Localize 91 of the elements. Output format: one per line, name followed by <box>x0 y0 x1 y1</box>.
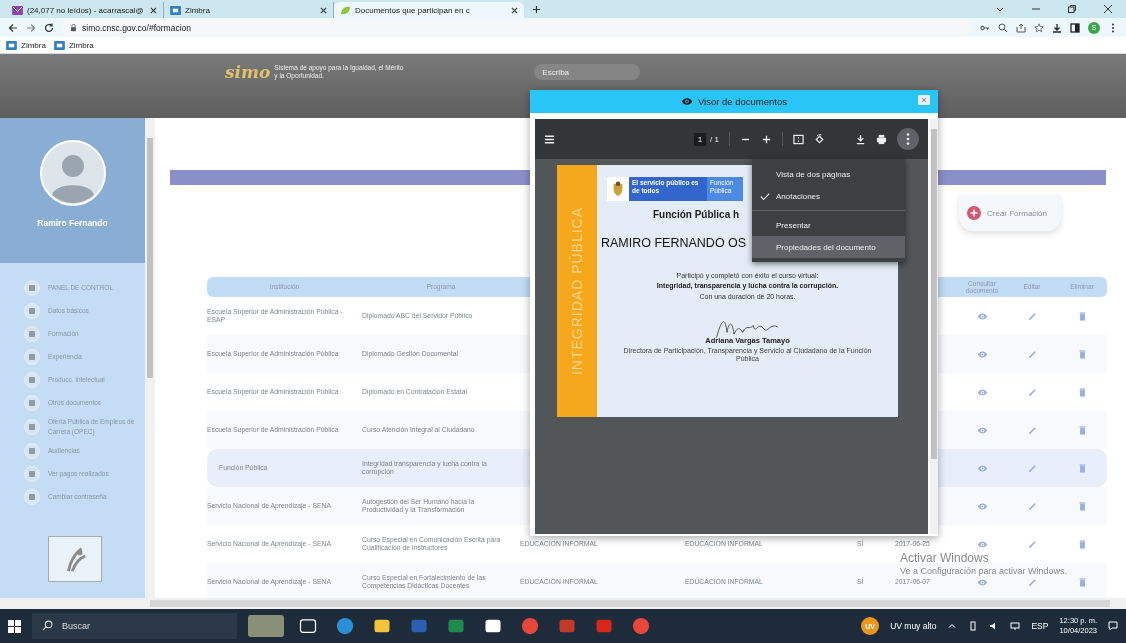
activation-watermark-text: Ve a Configuración para activar Windows. <box>900 566 1068 577</box>
rotate-icon[interactable] <box>814 133 825 145</box>
address-field[interactable]: simo.cnsc.gov.co/#formacion <box>62 20 972 35</box>
pencil-icon[interactable] <box>1026 501 1038 511</box>
eye-icon[interactable] <box>976 387 988 397</box>
eye-icon[interactable] <box>976 311 988 321</box>
square-circle-icon <box>24 348 40 365</box>
eye-icon[interactable] <box>976 501 988 511</box>
user-name: Ramiro Fernando <box>37 218 108 228</box>
eye-icon[interactable] <box>976 539 988 549</box>
star-icon[interactable] <box>1034 22 1044 33</box>
side-band: INTEGRIDAD PÚBLICA <box>557 165 597 417</box>
coat-of-arms-icon <box>611 181 625 197</box>
square-icon <box>170 5 181 15</box>
reload-icon[interactable] <box>44 22 54 33</box>
windows-logo-icon[interactable] <box>8 619 21 633</box>
print-icon[interactable] <box>876 133 887 145</box>
pencil-icon[interactable] <box>1026 539 1038 549</box>
fit-page-icon[interactable] <box>793 133 804 145</box>
square-circle-icon <box>24 325 40 342</box>
search-field[interactable]: Buscar <box>32 613 237 639</box>
back-icon[interactable] <box>8 22 18 33</box>
menu-item[interactable]: Vista de dos páginas <box>752 163 905 185</box>
new-tab-icon[interactable] <box>532 5 541 14</box>
bookmark[interactable]: Zimbra <box>6 40 46 50</box>
page-number-field[interactable]: 1 <box>694 132 707 146</box>
eye-icon[interactable] <box>976 349 988 359</box>
square-circle-icon <box>24 489 40 505</box>
share-icon[interactable] <box>1016 22 1026 33</box>
menu-item[interactable]: Propiedades del documento <box>752 236 905 258</box>
forward-icon[interactable] <box>26 22 36 33</box>
plus-icon[interactable] <box>761 133 772 145</box>
lock-icon <box>70 23 77 32</box>
scrollbar[interactable] <box>145 118 155 598</box>
bookmark[interactable]: Zimbra <box>53 40 94 50</box>
create-button[interactable]: Crear Formación <box>959 195 1061 231</box>
envelope-icon <box>12 5 23 15</box>
close-icon[interactable] <box>150 6 157 14</box>
square-circle-icon <box>24 443 40 459</box>
check-icon <box>760 191 770 201</box>
network-icon[interactable] <box>1010 621 1021 631</box>
pencil-icon[interactable] <box>1026 577 1038 587</box>
task-view-icon[interactable] <box>298 616 318 636</box>
close-icon[interactable] <box>1103 4 1113 14</box>
search-field[interactable]: Escriba <box>534 64 641 80</box>
restore-icon[interactable] <box>1067 4 1077 14</box>
square-icon <box>53 40 65 50</box>
leaf-icon <box>340 5 351 15</box>
download-icon[interactable] <box>1052 22 1062 33</box>
circle-icon[interactable] <box>520 616 540 636</box>
zoom-icon[interactable] <box>998 22 1008 33</box>
square-circle-icon <box>24 302 40 319</box>
square-circle-icon <box>24 466 40 482</box>
activation-watermark-title: Activar Windows <box>900 551 989 565</box>
close-icon[interactable] <box>320 6 327 14</box>
pencil-icon[interactable] <box>1026 425 1038 435</box>
avatar-silhouette <box>39 140 106 206</box>
recipient-name: RAMIRO FERNANDO OS <box>601 236 747 250</box>
eye-icon[interactable] <box>976 425 988 435</box>
browser-tab[interactable]: Documentos que participan en c <box>334 2 524 18</box>
square-circle-icon <box>24 418 40 435</box>
sidebar-icon[interactable] <box>1070 22 1080 33</box>
menu-icon[interactable] <box>544 133 555 145</box>
pencil-icon[interactable] <box>1026 311 1038 321</box>
weather-text[interactable]: UV muy alto <box>890 621 937 631</box>
more-icon[interactable] <box>897 128 919 150</box>
language-indicator[interactable]: ESP <box>1031 621 1049 631</box>
battery-icon[interactable] <box>968 621 979 631</box>
close-icon[interactable] <box>511 6 518 14</box>
pencil-icon[interactable] <box>1026 349 1038 359</box>
pencil-icon[interactable] <box>1026 387 1038 397</box>
eye-icon <box>680 97 693 106</box>
circle-icon[interactable] <box>631 616 651 636</box>
square-icon <box>6 40 17 50</box>
scrollbar[interactable] <box>930 119 938 534</box>
square-circle-icon <box>24 394 40 411</box>
notification-icon[interactable] <box>1108 621 1118 631</box>
circle-icon[interactable] <box>335 616 355 636</box>
logo: simo <box>225 62 271 82</box>
square-circle-icon <box>24 279 40 296</box>
plus-circle-icon <box>967 206 981 220</box>
eye-icon[interactable] <box>976 577 988 587</box>
page-count: / 1 <box>710 134 719 144</box>
menu-item[interactable]: Presentar <box>752 214 905 236</box>
certificate-heading: Función Pública h <box>653 209 740 220</box>
dialog-title: Visor de documentos <box>697 96 788 107</box>
menu-item[interactable]: Anotaciones <box>752 185 905 207</box>
square-circle-icon <box>24 371 40 388</box>
search-icon <box>42 620 53 631</box>
scrollbar[interactable] <box>0 598 1126 609</box>
chevron-up-icon[interactable] <box>947 621 958 631</box>
